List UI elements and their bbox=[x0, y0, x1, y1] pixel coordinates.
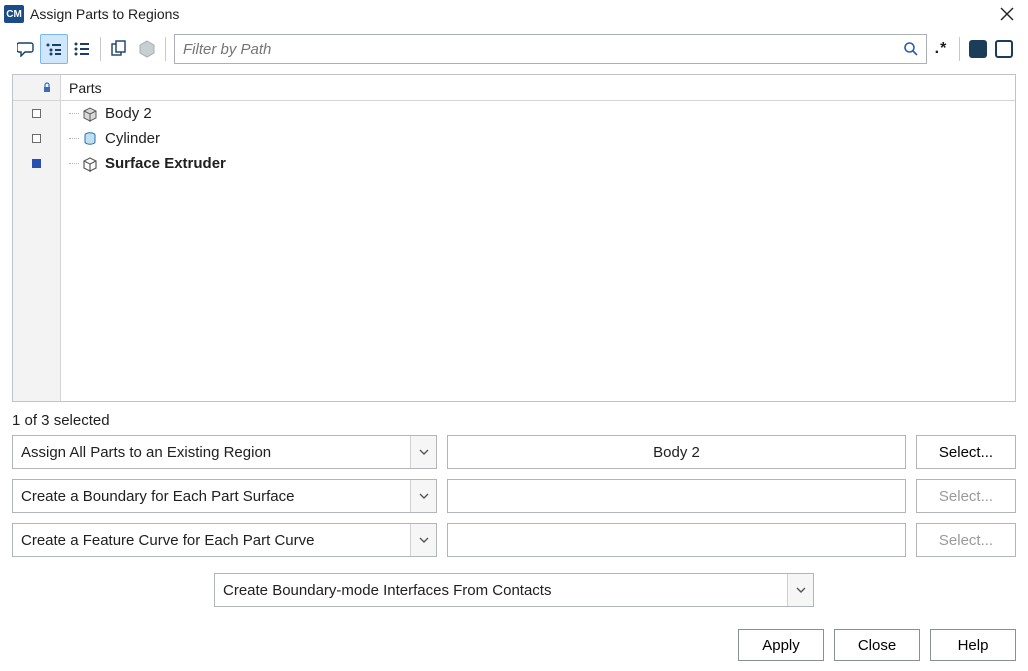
boundary-select-button: Select... bbox=[916, 479, 1016, 513]
selection-status: 1 of 3 selected bbox=[0, 402, 1028, 435]
flat-list-button[interactable] bbox=[68, 34, 96, 64]
window-close-button[interactable] bbox=[994, 7, 1020, 21]
help-button[interactable]: Help bbox=[930, 629, 1016, 661]
boundary-mode-value: Create a Boundary for Each Part Surface bbox=[13, 488, 410, 505]
curve-mode-combo[interactable]: Create a Feature Curve for Each Part Cur… bbox=[12, 523, 437, 557]
tree-item-cylinder[interactable]: Cylinder bbox=[61, 126, 1015, 151]
row-checkbox[interactable] bbox=[13, 151, 60, 176]
assign-mode-combo[interactable]: Assign All Parts to an Existing Region bbox=[12, 435, 437, 469]
interfaces-row: Create Boundary-mode Interfaces From Con… bbox=[12, 567, 1016, 607]
callout-mode-button[interactable] bbox=[12, 34, 40, 64]
interfaces-mode-combo[interactable]: Create Boundary-mode Interfaces From Con… bbox=[214, 573, 814, 607]
row-checkbox[interactable] bbox=[13, 101, 60, 126]
tree-main: Parts Body 2 Cylinder Surface Extruder bbox=[61, 75, 1015, 401]
tree-item-label: Cylinder bbox=[105, 130, 160, 147]
tree-item-label: Surface Extruder bbox=[105, 155, 226, 172]
region-display[interactable]: Body 2 bbox=[447, 435, 906, 469]
filter-input[interactable] bbox=[174, 34, 927, 64]
check-column bbox=[13, 75, 61, 401]
assign-row: Assign All Parts to an Existing Region B… bbox=[12, 435, 1016, 469]
curve-mode-value: Create a Feature Curve for Each Part Cur… bbox=[13, 532, 410, 549]
boundary-display bbox=[447, 479, 906, 513]
region-select-button[interactable]: Select... bbox=[916, 435, 1016, 469]
interfaces-mode-value: Create Boundary-mode Interfaces From Con… bbox=[215, 582, 787, 599]
assign-mode-value: Assign All Parts to an Existing Region bbox=[13, 444, 410, 461]
app-logo-icon: CM bbox=[4, 5, 24, 23]
curve-row: Create a Feature Curve for Each Part Cur… bbox=[12, 523, 1016, 557]
footer-buttons: Apply Close Help bbox=[0, 613, 1028, 671]
config-area: Assign All Parts to an Existing Region B… bbox=[0, 435, 1028, 613]
regex-toggle[interactable]: .* bbox=[929, 40, 953, 58]
chevron-down-icon bbox=[410, 524, 436, 556]
tree-item-body2[interactable]: Body 2 bbox=[61, 101, 1015, 126]
curve-select-button: Select... bbox=[916, 523, 1016, 557]
surface-box-icon bbox=[81, 155, 99, 173]
boundary-mode-combo[interactable]: Create a Boundary for Each Part Surface bbox=[12, 479, 437, 513]
check-column-header[interactable] bbox=[13, 75, 60, 101]
close-button[interactable]: Close bbox=[834, 629, 920, 661]
titlebar: CM Assign Parts to Regions bbox=[0, 0, 1028, 28]
row-checkbox[interactable] bbox=[13, 126, 60, 151]
select-none-button[interactable] bbox=[992, 37, 1016, 61]
window-title: Assign Parts to Regions bbox=[30, 6, 994, 22]
separator bbox=[165, 37, 166, 61]
cylinder-icon bbox=[81, 130, 99, 148]
mesh-box-icon bbox=[81, 105, 99, 123]
mesh-part-button[interactable] bbox=[133, 34, 161, 64]
filter-wrap bbox=[174, 34, 927, 64]
chevron-down-icon bbox=[787, 574, 813, 606]
copy-button[interactable] bbox=[105, 34, 133, 64]
boundary-row: Create a Boundary for Each Part Surface … bbox=[12, 479, 1016, 513]
parts-tree: Parts Body 2 Cylinder Surface Extruder bbox=[12, 74, 1016, 402]
apply-button[interactable]: Apply bbox=[738, 629, 824, 661]
chevron-down-icon bbox=[410, 436, 436, 468]
lock-icon bbox=[40, 82, 54, 94]
chevron-down-icon bbox=[410, 480, 436, 512]
curve-display bbox=[447, 523, 906, 557]
separator bbox=[100, 37, 101, 61]
tree-header[interactable]: Parts bbox=[61, 75, 1015, 101]
tree-item-label: Body 2 bbox=[105, 105, 152, 122]
tree-list-compact-button[interactable] bbox=[40, 34, 68, 64]
tree-item-surface-extruder[interactable]: Surface Extruder bbox=[61, 151, 1015, 176]
separator bbox=[959, 37, 960, 61]
select-all-button[interactable] bbox=[966, 37, 990, 61]
toolbar: .* bbox=[0, 28, 1028, 74]
